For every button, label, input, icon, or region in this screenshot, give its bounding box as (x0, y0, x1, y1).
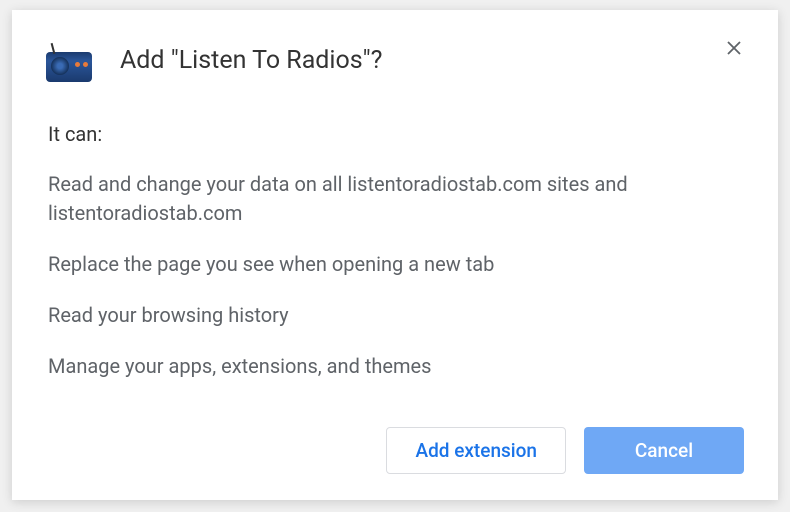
dialog-body: It can: Read and change your data on all… (46, 122, 744, 419)
add-extension-button[interactable]: Add extension (386, 427, 566, 474)
cancel-button[interactable]: Cancel (584, 427, 744, 474)
close-button[interactable] (720, 34, 748, 62)
extension-install-dialog: Add "Listen To Radios"? It can: Read and… (12, 10, 778, 500)
permission-item: Replace the page you see when opening a … (48, 250, 744, 279)
close-icon (726, 40, 742, 56)
permission-item: Read your browsing history (48, 301, 744, 330)
permissions-preamble: It can: (48, 122, 744, 146)
dialog-title: Add "Listen To Radios"? (120, 38, 382, 75)
permission-item: Read and change your data on all listent… (48, 170, 744, 228)
permission-item: Manage your apps, extensions, and themes (48, 352, 744, 381)
dialog-actions: Add extension Cancel (46, 427, 744, 474)
extension-icon (46, 44, 92, 82)
dialog-header: Add "Listen To Radios"? (46, 38, 744, 82)
